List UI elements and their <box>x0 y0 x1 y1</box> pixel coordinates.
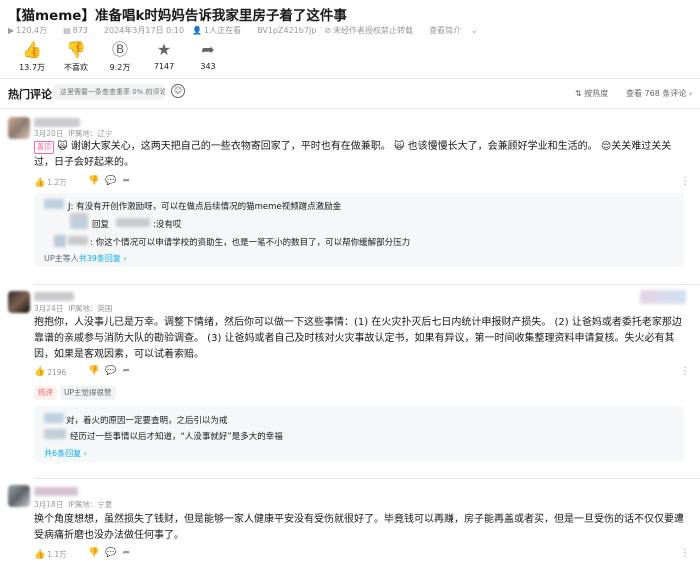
reply-text: 对，着火的原因一定要查明，之后引以为戒 <box>66 416 228 426</box>
no-repost-notice: ⊘ 未经作者授权禁止转载 <box>324 26 414 35</box>
danmaku-stat: ▤ 873 <box>63 26 88 35</box>
divider <box>34 284 700 285</box>
avatar[interactable] <box>8 291 30 313</box>
thumb-down-icon[interactable]: 👎 <box>88 176 105 186</box>
thumb-up-icon: 👍 <box>34 367 46 377</box>
divider <box>34 478 700 479</box>
comment-text: 抱抱你，人没事儿已是万幸。调整下情绪，然后你可以做一下这些事情：(1) 在火灾扑… <box>34 317 682 360</box>
like-count[interactable]: 👍 2196 <box>34 367 66 377</box>
comment-meta: 3月24日 IP属地：英国 <box>34 304 113 313</box>
emoji-icon: 🙀 <box>394 141 405 152</box>
reply-text: J: 有没有开创作激励呀，可以在做点后续情况的猫meme视频蹭点激励金 <box>68 202 342 212</box>
divider <box>0 108 700 109</box>
emoji-icon: 🙀 <box>57 141 68 152</box>
reply-avatar-redacted[interactable] <box>70 213 88 229</box>
username-redacted[interactable] <box>34 292 74 301</box>
divider <box>0 78 700 79</box>
username-redacted[interactable] <box>34 487 78 496</box>
upload-datetime: 2024年3月17日 0:10 <box>103 26 185 35</box>
comment-input[interactable] <box>53 84 165 100</box>
action-toolbar: 👍 13.7万 👎 不喜欢 Ⓑ 9.2万 ★ 7147 ➦ 343 <box>10 40 230 73</box>
views-stat: ▶ 120.4万 <box>8 26 48 35</box>
reply-icon[interactable]: 💬 <box>105 366 122 376</box>
thumb-down-icon[interactable]: 👎 <box>88 548 105 558</box>
hot-comment-tag: 热评 <box>34 386 57 400</box>
sort-icon: ⇅ <box>575 89 585 98</box>
emoji-icon[interactable]: ☺ <box>171 84 185 98</box>
share-icon: ➦ <box>201 40 215 59</box>
view-all-comments-link[interactable]: 查看 768 条评论 › <box>626 88 692 99</box>
sort-by-hot[interactable]: ⇅ 按热度 <box>575 88 608 99</box>
reply-username-redacted[interactable] <box>44 429 66 439</box>
reply-icon[interactable]: 💬 <box>105 548 122 558</box>
share-button[interactable]: ➦ 343 <box>186 40 230 73</box>
share-icon[interactable]: ➦ <box>122 548 136 558</box>
coin-button[interactable]: Ⓑ 9.2万 <box>98 40 142 73</box>
reply-username-redacted[interactable] <box>68 236 88 245</box>
reply-username-redacted[interactable] <box>44 413 64 423</box>
comment-actions: 👎💬➦ <box>88 176 136 186</box>
chevron-down-icon: ⌄ <box>471 26 478 35</box>
forbidden-icon: ⊘ <box>324 26 332 35</box>
thumb-up-icon: 👍 <box>34 549 46 560</box>
username-redacted[interactable] <box>34 118 80 127</box>
reply-avatar-redacted[interactable] <box>54 235 66 247</box>
up-liked-tag: UP主觉得很赞 <box>60 386 116 400</box>
share-icon[interactable]: ➦ <box>122 366 136 376</box>
like-button[interactable]: 👍 13.7万 <box>10 40 54 73</box>
comment-actions: 👎💬➦ <box>88 548 136 558</box>
danmaku-icon: ▤ <box>63 26 71 35</box>
avatar[interactable] <box>8 117 30 139</box>
reply-text: :没有哎 <box>153 220 182 230</box>
more-icon[interactable]: ⋮ <box>680 176 690 187</box>
reply-label: 回复 <box>92 220 110 230</box>
thumb-down-icon: 👎 <box>66 40 86 59</box>
bvid[interactable]: BV1pZ421b7Jp <box>257 26 316 35</box>
dislike-button[interactable]: 👎 不喜欢 <box>54 40 98 73</box>
person-icon: 👤 <box>192 26 203 35</box>
hot-comments-title: 热门评论 <box>8 88 52 101</box>
video-title: 【猫meme】准备唱k时妈妈告诉我家里房子着了这件事 <box>8 8 347 24</box>
coin-icon: Ⓑ <box>111 40 128 59</box>
play-icon: ▶ <box>8 26 15 35</box>
star-icon: ★ <box>156 40 172 59</box>
thumb-up-icon: 👍 <box>34 177 46 188</box>
like-count[interactable]: 👍 1.2万 <box>34 177 67 188</box>
reply-text: 经历过一些事情以后才知道，“人没事就好”是多大的幸福 <box>70 432 283 442</box>
view-replies-link[interactable]: 共6条回复 › <box>44 448 87 459</box>
fan-medal-decoration <box>640 290 686 304</box>
reply-target-redacted[interactable] <box>116 218 150 227</box>
comment-text: 置顶 🙀 谢谢大家关心，这两天把自己的一些衣物寄回家了，平时也有在做兼职。 🙀 … <box>34 141 672 168</box>
thumb-up-icon: 👍 <box>22 40 42 59</box>
like-count[interactable]: 👍 1.1万 <box>34 549 67 560</box>
pinned-badge: 置顶 <box>34 141 54 154</box>
more-icon[interactable]: ⋮ <box>680 548 690 559</box>
view-intro-link[interactable]: 查看简介 ⌄ <box>429 25 480 36</box>
thumb-down-icon[interactable]: 👎 <box>88 366 105 376</box>
comment-actions: 👎💬➦ <box>88 366 136 376</box>
comment-meta: 3月18日 IP属地：宁夏 <box>34 500 113 509</box>
watching-stat: 👤 1人正在看 <box>192 26 242 35</box>
more-icon[interactable]: ⋮ <box>680 366 690 377</box>
comment-meta: 3月20日 IP属地：辽宁 <box>34 129 113 138</box>
reply-icon[interactable]: 💬 <box>105 176 122 186</box>
emoji-icon: 😌 <box>600 141 612 152</box>
view-replies-link[interactable]: UP主等人共39条回复 › <box>44 253 127 264</box>
reply-username-redacted[interactable] <box>44 199 64 209</box>
comment-text: 换个角度想想，虽然损失了钱财，但是能够一家人健康平安没有受伤就很好了。毕竟钱可以… <box>34 514 684 541</box>
video-meta: ▶ 120.4万 ▤ 873 2024年3月17日 0:10 👤 1人正在看 BV1p… <box>8 25 488 36</box>
share-icon[interactable]: ➦ <box>122 176 136 186</box>
favorite-button[interactable]: ★ 7147 <box>142 40 186 73</box>
reply-text: : 你这个情况可以申请学校的资助生，也是一笔不小的数目了，可以帮你缓解部分压力 <box>90 238 411 248</box>
avatar[interactable] <box>8 485 30 507</box>
